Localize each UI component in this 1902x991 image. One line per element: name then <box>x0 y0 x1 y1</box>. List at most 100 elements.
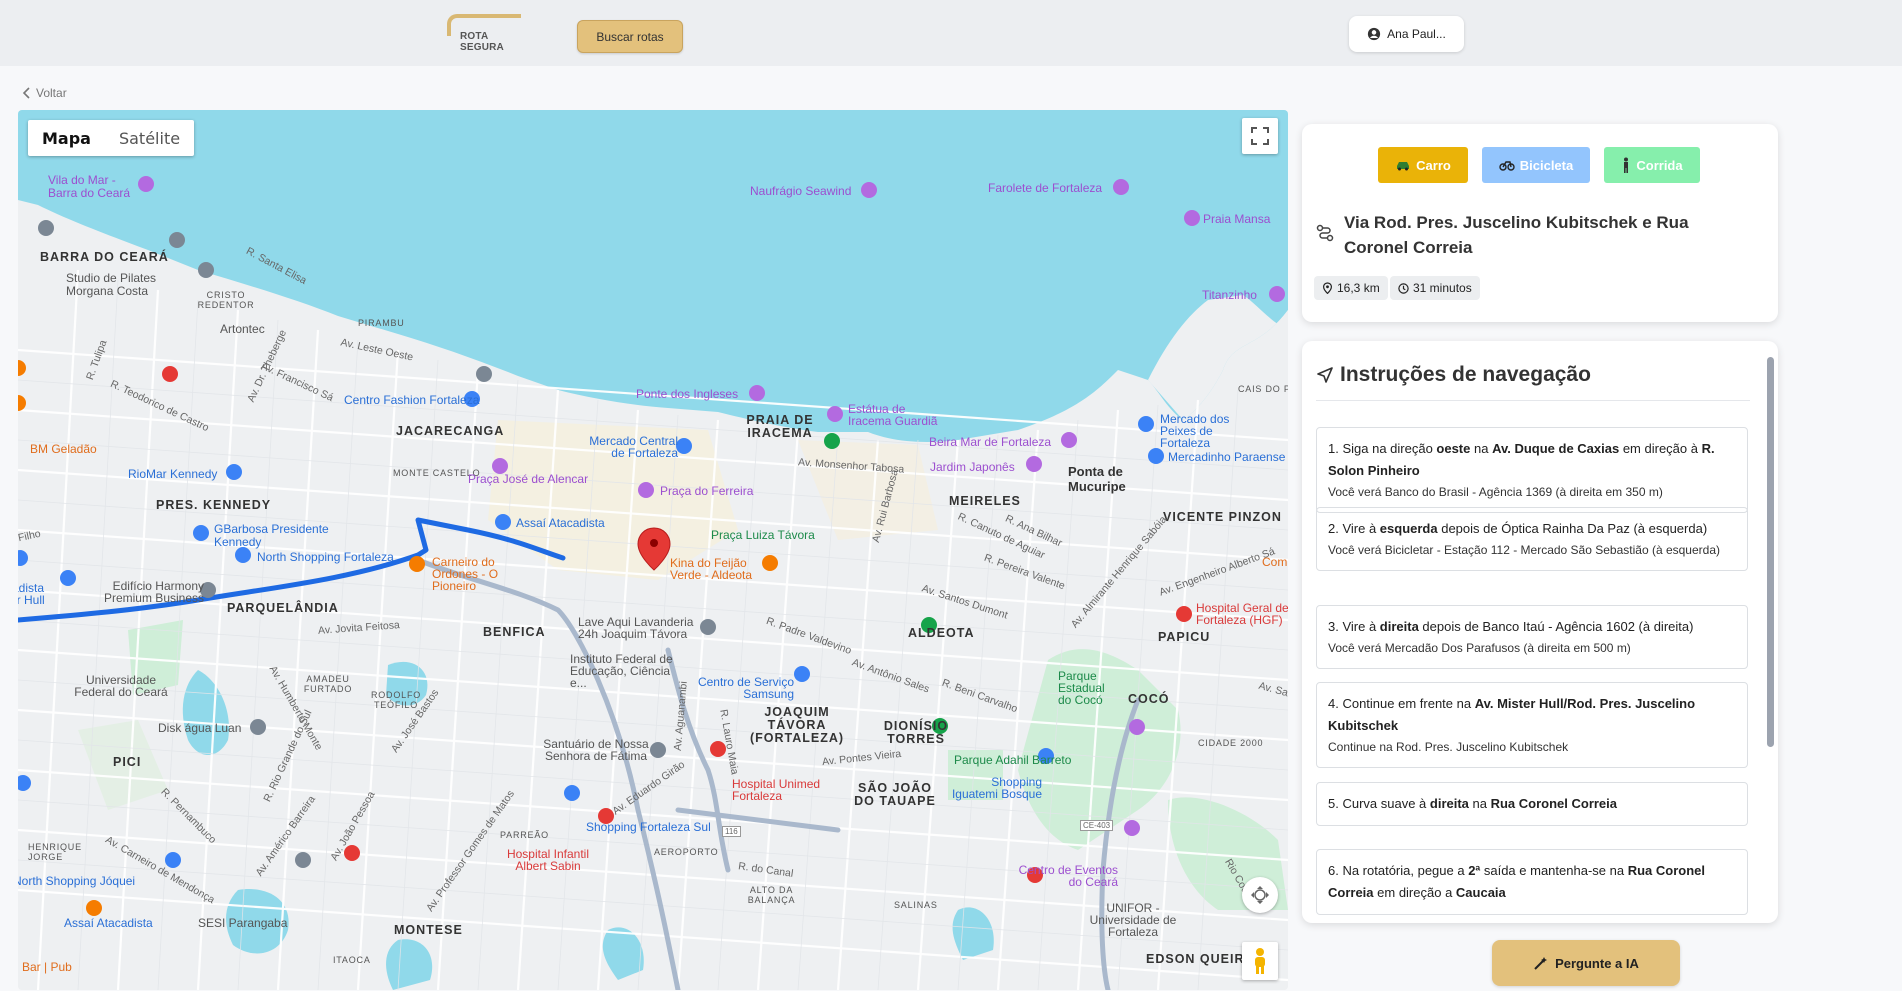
distance-value: 16,3 km <box>1337 281 1380 295</box>
poi-riomar[interactable]: RioMar Kennedy <box>128 467 217 481</box>
pegman-icon <box>1255 948 1265 974</box>
poi-mercado-peixes[interactable]: Mercado dos Peixes de Fortaleza <box>1160 413 1250 449</box>
poi-universidade-federal[interactable]: Universidade Federal do Ceará <box>66 674 176 698</box>
step-emphasis: 2ª <box>1468 863 1481 878</box>
poi-gbarbosa[interactable]: GBarbosa Presidente Kennedy <box>214 523 334 549</box>
poi-centro-eventos[interactable]: Centro de Eventos do Ceará <box>1018 864 1118 888</box>
mode-bicycle-button[interactable]: Bicicleta <box>1482 147 1590 183</box>
step-hint: Você verá Bicicletar - Estação 112 - Mer… <box>1328 543 1720 557</box>
poi-hospital-unimed[interactable]: Hospital Unimed Fortaleza <box>732 778 842 802</box>
label-pirambu: PIRAMBU <box>358 318 405 328</box>
poi-praca-luiza[interactable]: Praça Luiza Távora <box>711 528 815 542</box>
poi-praca-ferreira[interactable]: Praça do Ferreira <box>660 484 753 498</box>
poi-naufragio[interactable]: Naufrágio Seawind <box>750 184 851 198</box>
poi-centro-samsung[interactable]: Centro de Serviço Samsung <box>694 676 794 700</box>
step-text: depois de Banco Itaú - Agência 1602 (à d… <box>1418 619 1694 634</box>
camera-control-button[interactable] <box>1242 877 1278 913</box>
poi-parque-coco[interactable]: Parque Estadual do Cocó <box>1058 670 1118 706</box>
user-menu-button[interactable]: Ana Paul... <box>1349 16 1464 52</box>
poi-instituto-federal[interactable]: Instituto Federal de Educação, Ciência e… <box>570 653 690 689</box>
step-emphasis: esquerda <box>1379 521 1438 536</box>
poi-parque-adahil[interactable]: Parque Adahil Barreto <box>954 753 1071 767</box>
poi-ponte-ingleses[interactable]: Ponte dos Ingleses <box>636 387 738 401</box>
poi-artontec[interactable]: Artontec <box>220 322 265 336</box>
label-aldeota: ALDEOTA <box>908 626 975 640</box>
step-text: em direção a <box>1373 885 1456 900</box>
poi-sesi[interactable]: SESI Parangaba <box>198 916 287 930</box>
poi-assai-hull[interactable]: Assaí Atacadista Mister Hull <box>18 570 68 606</box>
label-montese: MONTESE <box>394 923 463 937</box>
poi-studio-pilates[interactable]: Studio de Pilates Morgana Costa <box>66 272 176 298</box>
duration-value: 31 minutos <box>1413 281 1472 295</box>
poi-assai-atacadista[interactable]: Assaí Atacadista <box>516 516 605 530</box>
poi-hospital-infantil[interactable]: Hospital Infantil Albert Sabin <box>498 848 598 872</box>
rota-segura-logo[interactable]: ROTA SEGURA <box>445 14 525 53</box>
poi-north-shopping[interactable]: North Shopping Fortaleza <box>257 550 394 564</box>
step-text: 3. Vire à <box>1328 619 1380 634</box>
poi-shopping-iguatemi[interactable]: Shopping Iguatemi Bosque <box>942 776 1042 800</box>
label-amadeu-furtado: AMADEU FURTADO <box>303 674 353 694</box>
poi-estatua-iracema[interactable]: Estátua de Iracema Guardiã <box>848 403 948 427</box>
poi-farolete[interactable]: Farolete de Fortaleza <box>988 181 1102 195</box>
poi-mercadinho[interactable]: Mercadinho Paraense <box>1168 450 1285 464</box>
poi-assai-2[interactable]: Assaí Atacadista <box>64 916 153 930</box>
navigation-instructions-panel[interactable]: Instruções de navegação 1. Siga na direç… <box>1302 341 1778 923</box>
poi-mercado-central[interactable]: Mercado Central de Fortaleza <box>578 435 678 459</box>
fullscreen-button[interactable] <box>1242 118 1278 154</box>
step-emphasis: direita <box>1429 796 1469 811</box>
map-type-satellite-button[interactable]: Satélite <box>105 120 194 156</box>
poi-santuario[interactable]: Santuário de Nossa Senhora de Fátima <box>536 738 656 762</box>
poi-edificio-harmony[interactable]: Edifício Harmony Premium Business <box>94 580 204 604</box>
poi-jardim-japones[interactable]: Jardim Japonês <box>930 460 1015 474</box>
label-meireles: MEIRELES <box>949 494 1021 508</box>
navigation-title: Instruções de navegação <box>1316 363 1591 387</box>
label-parquelandia: PARQUELÂNDIA <box>227 601 339 615</box>
route-map[interactable]: BARRA DO CEARÁ JACARECANGA PRES. KENNEDY… <box>18 110 1288 990</box>
search-routes-button[interactable]: Buscar rotas <box>577 20 683 53</box>
step-hint: Você verá Banco do Brasil - Agência 1369… <box>1328 485 1663 499</box>
poi-beira-mar[interactable]: Beira Mar de Fortaleza <box>929 435 1051 449</box>
label-pici: PICI <box>113 755 142 769</box>
poi-bar-pub[interactable]: Bar | Pub <box>22 960 72 974</box>
step-emphasis: oeste <box>1436 441 1471 456</box>
magic-wand-icon <box>1534 957 1548 970</box>
poi-shopping-sul[interactable]: Shopping Fortaleza Sul <box>586 820 711 834</box>
map-type-mapa-button[interactable]: Mapa <box>28 120 105 156</box>
poi-unifor[interactable]: UNIFOR - Universidade de Fortaleza <box>1088 902 1178 938</box>
poi-praia-mansa[interactable]: Praia Mansa <box>1203 212 1270 226</box>
mode-walk-label: Corrida <box>1636 157 1683 173</box>
label-benfica: BENFICA <box>483 625 546 639</box>
route-summary-card: Carro Bicicleta Corrida Via Rod. Pres. J… <box>1302 124 1778 322</box>
label-edson-queiroz: EDSON QUEIRO <box>1146 952 1256 966</box>
back-label: Voltar <box>36 86 67 100</box>
poi-praca-alencar[interactable]: Praça José de Alencar <box>468 472 588 486</box>
poi-carneiro[interactable]: Carneiro do Ordones - O Pioneiro <box>432 556 542 592</box>
ask-ai-button[interactable]: Pergunte a IA <box>1492 940 1680 986</box>
poi-kina-feijao[interactable]: Kina do Feijão Verde - Aldeota <box>670 557 770 581</box>
label-cais-porto: CAIS DO PO <box>1238 384 1288 394</box>
mode-car-button[interactable]: Carro <box>1378 147 1468 183</box>
label-joaquim-tavora: JOAQUIM TÁVORA (FORTALEZA) <box>749 705 845 745</box>
distance-chip: 16,3 km <box>1314 276 1388 300</box>
street-view-pegman-button[interactable] <box>1242 942 1278 980</box>
poi-hospital-geral[interactable]: Hospital Geral de Fortaleza (HGF) <box>1196 602 1288 626</box>
route-title: Via Rod. Pres. Juscelino Kubitschek e Ru… <box>1344 213 1689 257</box>
duration-chip: 31 minutos <box>1390 276 1480 300</box>
poi-lave-aqui[interactable]: Lave Aqui Lavanderia 24h Joaquim Távora <box>578 616 708 640</box>
route-icon <box>1316 224 1334 247</box>
mode-walk-button[interactable]: Corrida <box>1604 147 1700 183</box>
step-text: 2. Vire à <box>1328 521 1380 536</box>
back-link[interactable]: Voltar <box>22 86 67 100</box>
nav-step: 1. Siga na direção oeste na Av. Duque de… <box>1316 427 1748 513</box>
poi-titanzinho[interactable]: Titanzinho <box>1202 288 1257 302</box>
step-text: saída e mantenha-se na <box>1480 863 1628 878</box>
step-text: 5. Curva suave à <box>1328 796 1430 811</box>
poi-disk-agua[interactable]: Disk água Luan <box>158 721 241 735</box>
user-name: Ana Paul... <box>1387 27 1446 41</box>
poi-vila-mar[interactable]: Vila do Mar - Barra do Ceará <box>48 174 138 200</box>
instructions-scrollbar[interactable] <box>1767 357 1774 747</box>
poi-centro-fashion[interactable]: Centro Fashion Fortaleza <box>344 393 479 407</box>
poi-bm-gelado[interactable]: BM Geladão <box>30 442 97 456</box>
label-parreao: PARREÃO <box>500 830 549 840</box>
poi-north-jockey[interactable]: North Shopping Jóquei <box>18 874 135 888</box>
